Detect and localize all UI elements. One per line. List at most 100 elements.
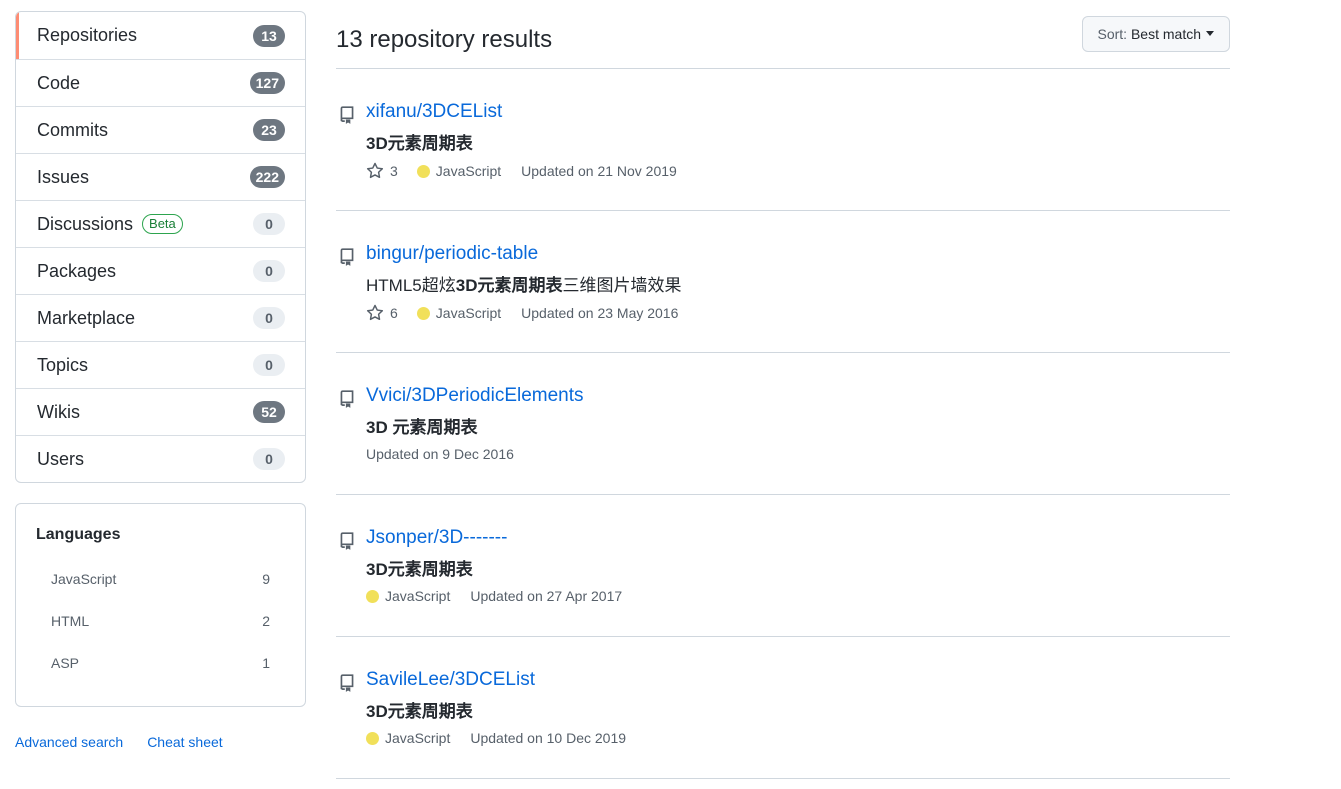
count-badge: 127 [249, 72, 285, 94]
repo-meta: 3 JavaScript Updated on 21 Nov 2019 [366, 162, 677, 180]
count-badge: 0 [253, 354, 285, 376]
repo-description: 3D元素周期表 [366, 697, 626, 722]
language-label: JavaScript [435, 163, 502, 179]
language-count: 9 [262, 571, 270, 587]
sidebar-item-commits[interactable]: Commits 23 [16, 106, 305, 153]
repo-language: JavaScript [416, 305, 502, 321]
sidebar-item-label: Wikis [37, 402, 253, 423]
sidebar-item-text: Topics [37, 354, 89, 375]
language-filter-item[interactable]: ASP 1 [36, 642, 285, 684]
language-count: 2 [262, 613, 270, 629]
repo-name-link[interactable]: bingur/periodic-table [366, 243, 681, 269]
stars-link[interactable]: 3 [366, 162, 398, 180]
desc-highlight: 3D元素周期表 [366, 134, 473, 153]
repo-name-link[interactable]: Vvici/3DPeriodicElements [366, 385, 584, 411]
repo-icon [340, 248, 354, 266]
repo-meta: 6 JavaScript Updated on 23 May 2016 [366, 304, 681, 322]
repo-name-link[interactable]: xifanu/3DCEList [366, 101, 677, 127]
repo-description: 3D元素周期表 [366, 129, 677, 154]
sidebar-item-text: Discussions [37, 213, 134, 234]
repo-result-item: xifanu/3DCEList 3D元素周期表 3 JavaScript Updated… [336, 69, 1230, 211]
sort-label: Sort: [1097, 25, 1128, 42]
cheat-sheet-link[interactable]: Cheat sheet [147, 734, 223, 750]
sidebar-item-users[interactable]: Users 0 [16, 435, 305, 482]
language-name: ASP [51, 655, 80, 671]
count-badge: 0 [253, 448, 285, 470]
language-label: JavaScript [435, 305, 502, 321]
sidebar-item-label: Code [37, 73, 250, 94]
sidebar-links: Advanced search Cheat sheet [15, 734, 306, 750]
desc-text: 三维图片墙效果 [562, 276, 682, 295]
sidebar-item-wikis[interactable]: Wikis 52 [16, 388, 305, 435]
language-filter-item[interactable]: HTML 2 [36, 600, 285, 642]
sidebar-item-text: Packages [37, 260, 117, 281]
desc-highlight: 3D元素周期表 [366, 702, 473, 721]
sidebar-item-code[interactable]: Code 127 [16, 59, 305, 106]
repo-meta: JavaScript Updated on 27 Apr 2017 [366, 588, 622, 604]
star-icon [366, 162, 384, 179]
sidebar-item-label: Commits [37, 120, 253, 141]
repo-name-link[interactable]: Jsonper/3D------- [366, 527, 622, 553]
language-label: JavaScript [385, 730, 451, 746]
sidebar-item-packages[interactable]: Packages 0 [16, 247, 305, 294]
repo-description: 3D 元素周期表 [366, 413, 584, 438]
repo-icon [340, 532, 354, 550]
count-badge: 52 [253, 401, 285, 423]
repo-result-item: bingur/periodic-table HTML5超炫3D元素周期表三维图片墙… [336, 211, 1230, 353]
repo-icon [340, 106, 354, 124]
sidebar-item-text: Issues [37, 166, 90, 187]
star-count: 6 [390, 305, 398, 321]
count-badge: 222 [249, 166, 285, 188]
results-title: 13 repository results [336, 25, 553, 53]
language-name: JavaScript [51, 571, 117, 587]
count-badge: 23 [253, 119, 285, 141]
updated-date: Updated on 9 Dec 2016 [366, 446, 514, 462]
language-color-dot [416, 306, 430, 320]
languages-title: Languages [36, 526, 121, 543]
sidebar-item-text: Wikis [37, 401, 80, 422]
desc-highlight: 3D元素周期表 [366, 560, 473, 579]
stars-link[interactable]: 6 [366, 304, 398, 322]
desc-highlight: 3D 元素周期表 [366, 418, 478, 437]
sort-dropdown[interactable]: Sort: Best match [1081, 15, 1230, 52]
language-label: JavaScript [385, 588, 451, 604]
search-sidebar: Repositories 13 Code 127 Commits 23 Issues 222 D… [15, 11, 306, 750]
sidebar-item-issues[interactable]: Issues 222 [16, 153, 305, 200]
language-name: HTML [51, 613, 90, 629]
repo-language: JavaScript [366, 730, 450, 746]
caret-down-icon [1206, 31, 1214, 36]
sidebar-item-text: Users [37, 448, 85, 469]
sidebar-item-repositories[interactable]: Repositories 13 [16, 12, 305, 59]
sidebar-item-label: Issues [37, 167, 250, 188]
updated-date: Updated on 21 Nov 2019 [521, 163, 677, 179]
language-color-dot [416, 164, 430, 178]
sidebar-item-label: Marketplace [37, 308, 253, 329]
repo-icon [340, 390, 354, 408]
star-icon [366, 304, 384, 321]
sidebar-item-text: Code [37, 72, 81, 93]
repo-meta: JavaScript Updated on 10 Dec 2019 [366, 730, 626, 746]
sidebar-item-label: Discussions Beta [37, 214, 253, 235]
languages-filter: Languages JavaScript 9 HTML 2 ASP 1 [15, 503, 306, 707]
language-filter-item[interactable]: JavaScript 9 [36, 558, 285, 600]
count-badge: 0 [253, 213, 285, 235]
repo-icon [340, 674, 354, 692]
repo-meta: Updated on 9 Dec 2016 [366, 446, 584, 462]
search-type-menu: Repositories 13 Code 127 Commits 23 Issues 222 D… [15, 11, 306, 483]
repo-name-link[interactable]: SavileLee/3DCEList [366, 669, 626, 695]
desc-text: HTML5超炫 [366, 276, 456, 295]
repo-description: 3D元素周期表 [366, 555, 622, 580]
sidebar-item-discussions[interactable]: Discussions Beta 0 [16, 200, 305, 247]
sidebar-item-topics[interactable]: Topics 0 [16, 341, 305, 388]
advanced-search-link[interactable]: Advanced search [15, 734, 123, 750]
beta-badge: Beta [142, 214, 183, 234]
language-color-dot [366, 731, 379, 745]
updated-date: Updated on 10 Dec 2019 [470, 730, 627, 746]
updated-date: Updated on 23 May 2016 [521, 305, 679, 321]
repo-list: xifanu/3DCEList 3D元素周期表 3 JavaScript Updated… [336, 69, 1230, 779]
sidebar-item-label: Packages [37, 261, 253, 282]
sidebar-item-text: Marketplace [37, 307, 136, 328]
language-count: 1 [262, 655, 270, 671]
sidebar-item-marketplace[interactable]: Marketplace 0 [16, 294, 305, 341]
repo-language: JavaScript [366, 588, 450, 604]
